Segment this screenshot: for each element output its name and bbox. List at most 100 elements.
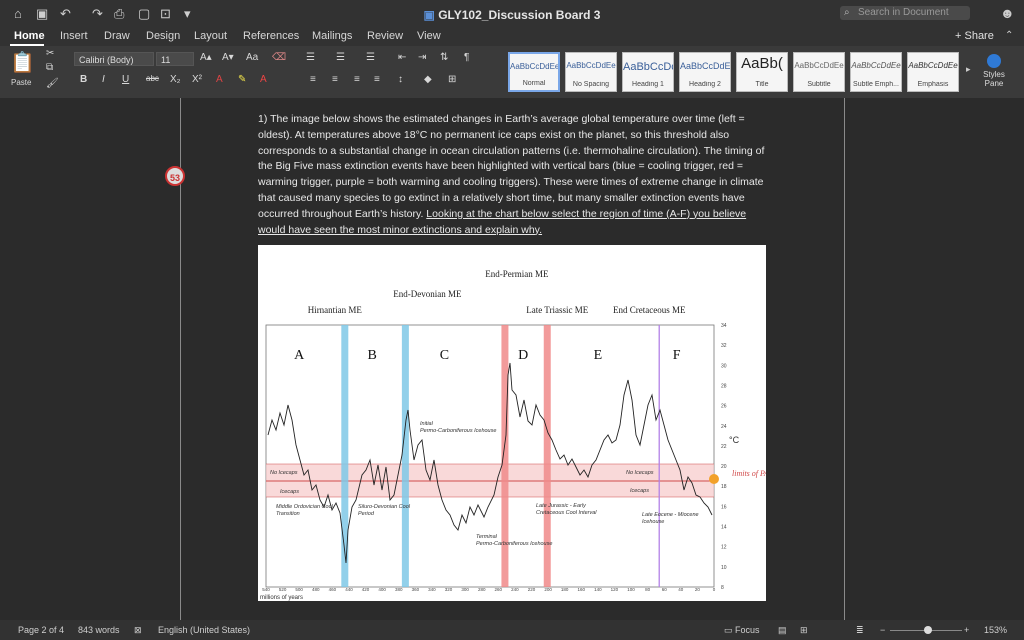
tab-draw[interactable]: Draw [104,30,130,42]
tab-home[interactable]: Home [14,30,45,42]
chart-annotation: Permo-Carboniferous Icehouse [476,541,552,547]
chart-annotation: No Icecaps [270,470,298,476]
highlight-icon[interactable]: ✎ [238,74,246,85]
bold-icon[interactable]: B [80,74,87,85]
x-tick-label: 200 [544,587,552,592]
zoom-in-icon[interactable]: + [964,625,969,635]
web-layout-icon[interactable]: ⊞ [800,625,808,636]
cut-icon[interactable]: ✂ [46,48,54,59]
event-label: Late Triassic ME [526,305,589,315]
strikethrough-icon[interactable]: abc [146,74,159,83]
subscript-icon[interactable]: X₂ [170,74,181,85]
styles-pane-button[interactable]: Styles Pane [979,54,1009,88]
styles-pane-icon [987,54,1001,68]
region-label: F [673,348,681,363]
y-tick-label: 32 [721,343,727,349]
x-tick-label: 280 [478,587,486,592]
proofing-icon[interactable]: ⊠ [134,625,142,636]
styles-more-icon[interactable]: ▸ [966,64,971,75]
copy-icon[interactable]: ⧉ [46,62,53,73]
tab-insert[interactable]: Insert [60,30,88,42]
sort-icon[interactable]: ⇅ [440,52,448,63]
tab-mailings[interactable]: Mailings [312,30,352,42]
style-no-spacing[interactable]: AaBbCcDdEe No Spacing [565,52,617,92]
tab-view[interactable]: View [417,30,441,42]
text-effects-icon[interactable]: A [216,74,223,85]
paw-label: limits of PAW [732,469,766,478]
y-tick-label: 28 [721,383,727,389]
share-button[interactable]: + Share [955,30,994,42]
shading-icon[interactable]: ◆ [424,74,432,85]
line-spacing-icon[interactable]: ↕ [398,74,403,85]
temperature-chart-image[interactable]: A B C D E F 8 10 12 14 16 18 20 22 24 26 28 30 32 34 540 52… [258,245,766,601]
align-right-icon[interactable]: ≡ [354,74,360,85]
x-tick-label: 300 [461,587,469,592]
zoom-out-icon[interactable]: − [880,625,885,635]
x-tick-label: 20 [695,587,701,592]
borders-icon[interactable]: ⊞ [448,74,456,85]
tab-references[interactable]: References [243,30,299,42]
decrease-indent-icon[interactable]: ⇤ [398,52,406,63]
grow-font-icon[interactable]: A▴ [200,52,212,63]
title-bar: ⌂ ▣ ↶ ↷ ⎙ ▢ ⊡ ▾ ▣ GLY102_Discussion Boar… [0,0,1024,28]
increase-indent-icon[interactable]: ⇥ [418,52,426,63]
x-tick-label: 400 [378,587,386,592]
status-bar: Page 2 of 4 843 words ⊠ English (United … [0,620,1024,640]
show-formatting-icon[interactable]: ¶ [464,52,469,63]
x-tick-label: 360 [412,587,420,592]
temperature-curve [267,362,713,564]
justify-icon[interactable]: ≡ [374,74,380,85]
page-count[interactable]: Page 2 of 4 [18,625,64,635]
zoom-slider-thumb[interactable] [924,626,932,634]
language[interactable]: English (United States) [158,625,250,635]
align-left-icon[interactable]: ≡ [310,74,316,85]
zoom-level[interactable]: 153% [984,625,1007,635]
chart-annotation: Period [358,511,375,517]
change-case-icon[interactable]: Aa [246,52,258,63]
font-size-select[interactable]: 11 [156,52,194,66]
focus-icon: ▭ [724,625,736,635]
italic-icon[interactable]: I [102,74,105,85]
tab-design[interactable]: Design [146,30,180,42]
style-heading-1[interactable]: AaBbCcDc Heading 1 [622,52,674,92]
question-paragraph[interactable]: 1) The image below shows the estimated c… [258,112,768,238]
search-input[interactable]: ⌕ Search in Document [840,6,970,20]
chart-annotation: No Icecaps [626,470,654,476]
style-heading-2[interactable]: AaBbCcDdE Heading 2 [679,52,731,92]
y-tick-label: 30 [721,363,727,369]
word-count[interactable]: 843 words [78,625,120,635]
numbering-icon[interactable]: ☰ [336,52,345,63]
font-name-select[interactable]: Calibri (Body) [74,52,154,66]
shrink-font-icon[interactable]: A▾ [222,52,234,63]
underline-icon[interactable]: U [122,74,129,85]
collapse-ribbon-icon[interactable]: ⌃ [1005,30,1013,41]
style-normal[interactable]: AaBbCcDdEe Normal [508,52,560,92]
bullets-icon[interactable]: ☰ [306,52,315,63]
clear-formatting-icon[interactable]: ⌫ [272,52,286,63]
account-icon[interactable]: ☻ [1000,5,1015,21]
focus-button[interactable]: ▭ Focus [724,625,760,636]
format-painter-icon[interactable]: 🖌 [46,78,59,89]
event-label: End-Devonian ME [393,289,462,299]
chart-annotation: Late Jurassic - Early [536,503,587,509]
x-tick-label: 260 [495,587,503,592]
print-layout-icon[interactable]: ▤ [778,625,787,636]
paste-label[interactable]: Paste [11,78,31,87]
event-bar-warming [501,325,509,587]
region-label: C [440,348,449,363]
superscript-icon[interactable]: X² [192,74,202,85]
styles-gallery: AaBbCcDdEe Normal AaBbCcDdEe No Spacing Aa… [508,52,973,92]
paste-icon[interactable]: 📋 [10,50,35,75]
outline-icon[interactable]: ≣ [856,625,864,636]
comment-badge[interactable]: 53 [165,166,185,186]
multilevel-list-icon[interactable]: ☰ [366,52,375,63]
style-subtle-emphasis[interactable]: AaBbCcDdEe Subtle Emph... [850,52,902,92]
tab-review[interactable]: Review [367,30,403,42]
align-center-icon[interactable]: ≡ [332,74,338,85]
font-color-icon[interactable]: A [260,74,267,85]
style-emphasis[interactable]: AaBbCcDdEe Emphasis [907,52,959,92]
right-margin-line [844,98,845,620]
style-subtitle[interactable]: AaBbCcDdEe Subtitle [793,52,845,92]
tab-layout[interactable]: Layout [194,30,227,42]
style-title[interactable]: AaBb(Title [736,52,788,92]
